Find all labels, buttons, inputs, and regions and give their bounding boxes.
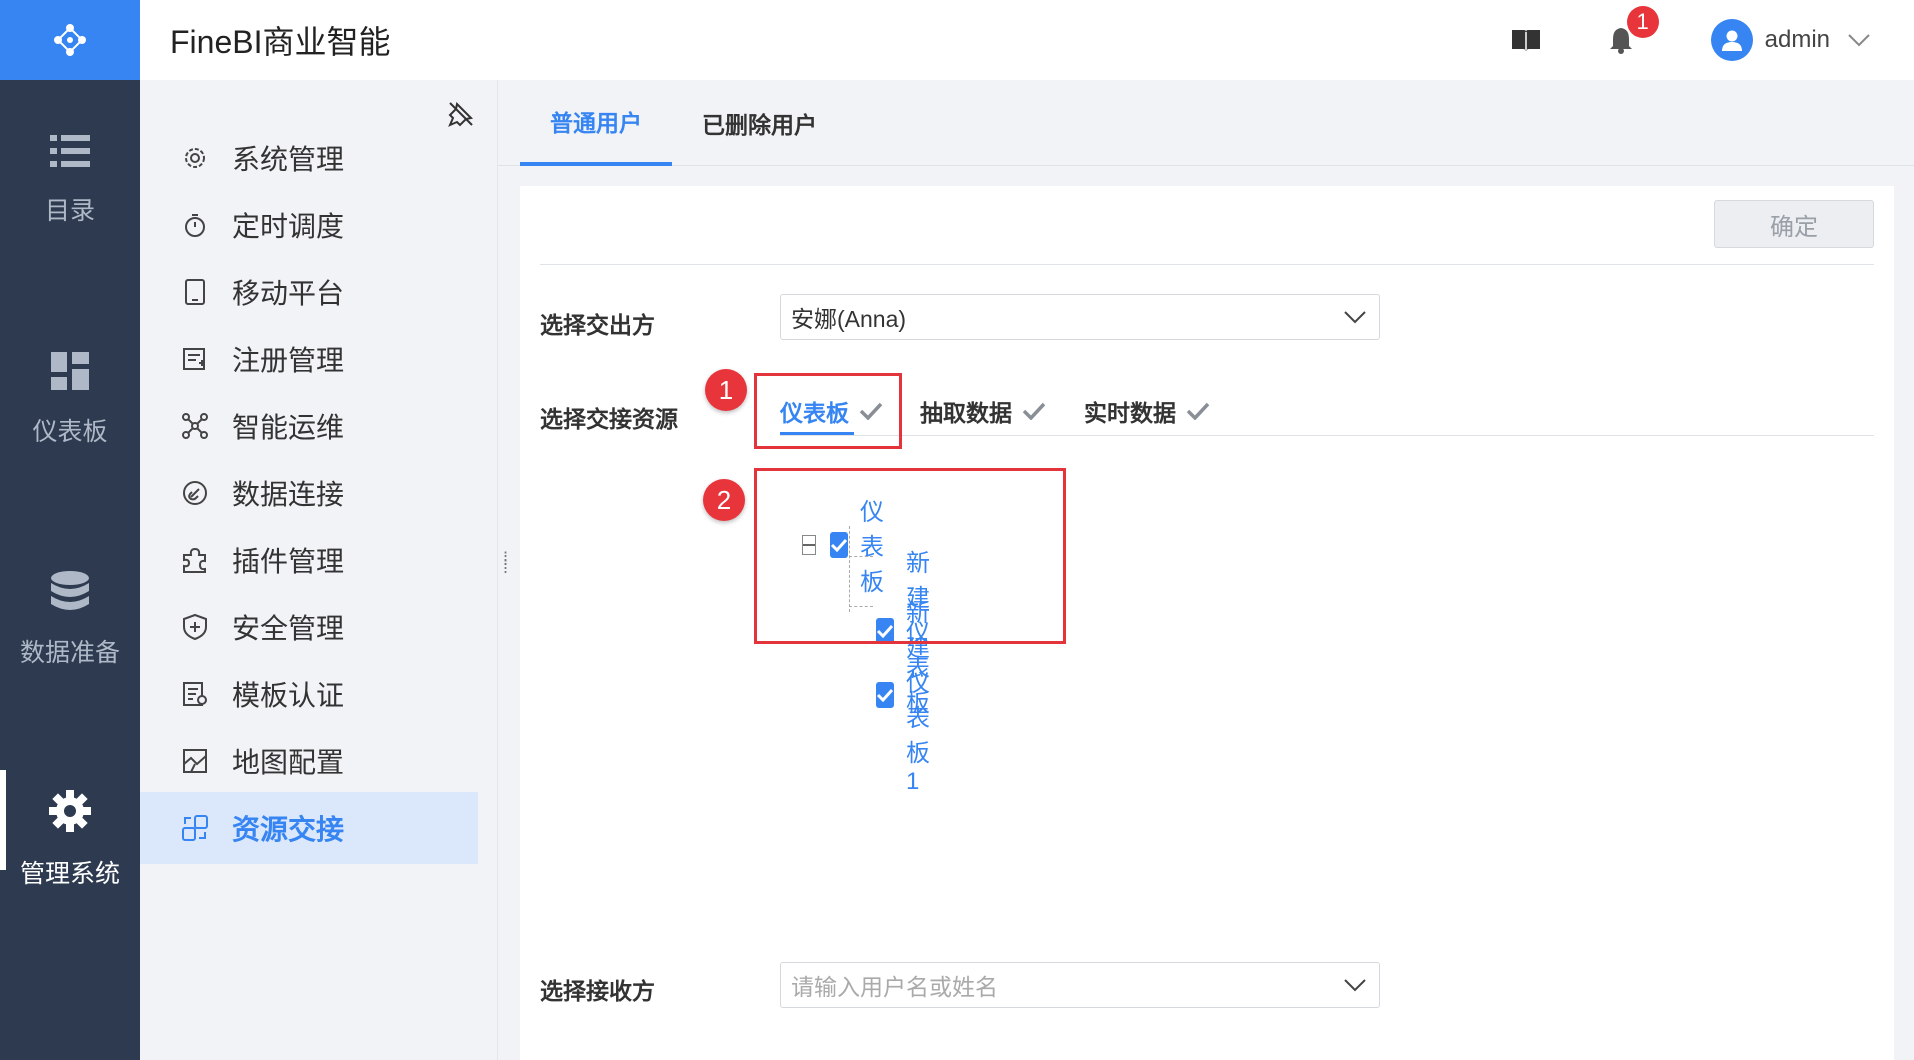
sidebar-item-label: 插件管理 (232, 546, 345, 577)
sidebar-item-label: 模板认证 (232, 680, 345, 711)
from-select-value: 安娜(Anna) (791, 306, 907, 332)
handover-panel: 确定 选择交出方 安娜(Anna) 选择交接资源 仪表板 抽取数据 实时数据 仪… (520, 186, 1894, 1060)
sidebar-item-template-cert[interactable]: 模板认证 (140, 658, 478, 730)
app-title: FineBI商业智能 (170, 24, 391, 60)
tablet-icon (180, 277, 210, 307)
sidebar-item-label: 系统管理 (232, 144, 345, 175)
logo-icon (54, 24, 86, 56)
divider (540, 264, 1874, 265)
sidebar-item-resource-handover[interactable]: 资源交接 (140, 792, 478, 864)
nav-item-catalog[interactable]: 目录 (0, 80, 140, 280)
notification-button[interactable]: 1 (1601, 6, 1659, 60)
sidebar-item-label: 定时调度 (232, 211, 345, 242)
tab-deleted-users[interactable]: 已删除用户 (672, 80, 847, 166)
resource-tab-label: 抽取数据 (920, 400, 1012, 426)
sidebar-resize-handle[interactable]: ⁞ ⁞ (503, 550, 508, 576)
from-label: 选择交出方 (540, 312, 655, 338)
confirm-button[interactable]: 确定 (1714, 200, 1874, 248)
admin-sidebar: 系统管理 定时调度 移动平台 注册管理 智能运维 数据连接 插件管理 安全管理 … (140, 80, 498, 1060)
shield-icon (180, 612, 210, 642)
nav-label: 目录 (44, 197, 95, 225)
user-menu[interactable]: admin (1710, 19, 1870, 61)
sidebar-item-label: 智能运维 (232, 412, 345, 443)
annotation-step-1: 1 (705, 369, 747, 411)
database-icon (51, 571, 89, 610)
sidebar-item-map[interactable]: 地图配置 (140, 725, 478, 797)
sidebar-item-schedule[interactable]: 定时调度 (140, 189, 478, 261)
sidebar-item-register[interactable]: 注册管理 (140, 323, 478, 395)
dashboard-icon (51, 352, 89, 390)
help-book-button[interactable] (1506, 20, 1546, 60)
sidebar-item-plugins[interactable]: 插件管理 (140, 524, 478, 596)
annotation-box-2 (754, 468, 1066, 644)
link-icon (180, 478, 210, 508)
user-name: admin (1764, 26, 1830, 53)
resource-tab-extract[interactable]: 抽取数据 (920, 386, 1046, 436)
left-nav: 目录 仪表板 数据准备 管理系统 (0, 0, 140, 1060)
to-label: 选择接收方 (540, 978, 655, 1004)
book-icon (1511, 30, 1540, 51)
check-icon (1186, 402, 1210, 420)
gear-icon (49, 790, 91, 832)
nav-label: 管理系统 (19, 860, 120, 888)
sidebar-item-mobile[interactable]: 移动平台 (140, 256, 478, 328)
certificate-icon (180, 679, 210, 709)
sidebar-item-label: 移动平台 (232, 278, 345, 309)
sidebar-item-label: 地图配置 (232, 747, 345, 778)
annotation-step-2: 2 (703, 479, 745, 521)
nav-item-admin[interactable]: 管理系统 (0, 740, 140, 940)
tab-normal-users[interactable]: 普通用户 (520, 80, 672, 166)
from-select[interactable]: 安娜(Anna) (780, 294, 1380, 340)
user-tabs: 普通用户 已删除用户 (498, 80, 1914, 166)
sidebar-item-security[interactable]: 安全管理 (140, 591, 478, 663)
notification-badge: 1 (1626, 6, 1659, 38)
app-logo[interactable] (0, 0, 140, 80)
user-icon (1721, 30, 1742, 51)
resource-tab-label: 实时数据 (1084, 400, 1176, 426)
nav-item-data-prep[interactable]: 数据准备 (0, 520, 140, 720)
sidebar-item-data-connection[interactable]: 数据连接 (140, 457, 478, 529)
sidebar-item-label: 资源交接 (232, 814, 345, 845)
check-icon (876, 688, 894, 702)
network-icon (180, 411, 210, 441)
timer-icon (180, 210, 210, 240)
avatar (1710, 19, 1753, 61)
checkbox-checked[interactable] (876, 681, 894, 708)
annotation-box-1 (754, 373, 902, 449)
sidebar-item-system[interactable]: 系统管理 (140, 122, 478, 194)
check-icon (1022, 402, 1046, 420)
sidebar-item-label: 数据连接 (232, 479, 345, 510)
settings-icon (180, 143, 210, 173)
resource-tabs: 仪表板 抽取数据 实时数据 (780, 386, 1874, 436)
to-select[interactable]: 请输入用户名或姓名 (780, 962, 1380, 1008)
top-header: FineBI商业智能 1 admin (140, 0, 1914, 80)
nav-label: 仪表板 (32, 418, 108, 446)
map-icon (180, 746, 210, 776)
chevron-down-icon (1344, 311, 1366, 324)
chevron-down-icon (1344, 979, 1366, 992)
sidebar-item-ops[interactable]: 智能运维 (140, 390, 478, 462)
list-icon (50, 135, 90, 167)
chevron-down-icon (1848, 34, 1870, 47)
puzzle-icon (180, 545, 210, 575)
nav-item-dashboard[interactable]: 仪表板 (0, 300, 140, 500)
resource-label: 选择交接资源 (540, 406, 678, 432)
register-icon (180, 344, 210, 374)
resource-tab-realtime[interactable]: 实时数据 (1084, 386, 1210, 436)
sidebar-item-label: 安全管理 (232, 613, 345, 644)
handover-icon (180, 813, 210, 843)
nav-label: 数据准备 (19, 639, 120, 667)
sidebar-item-label: 注册管理 (232, 345, 345, 376)
to-select-placeholder: 请输入用户名或姓名 (791, 974, 998, 1000)
